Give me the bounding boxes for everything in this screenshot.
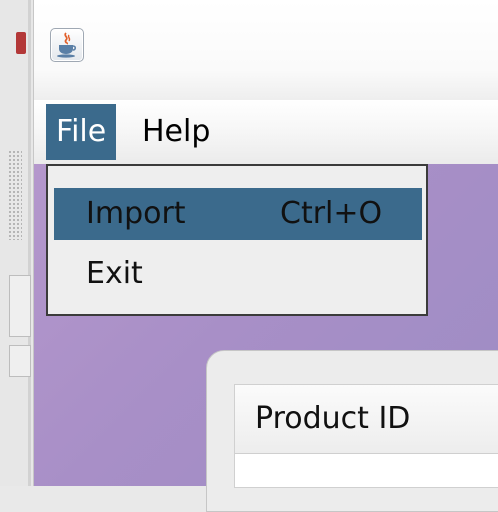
product-table[interactable]: Product ID <box>234 384 498 488</box>
menu-bar: File Help <box>34 100 498 164</box>
divider <box>28 0 31 486</box>
menu-item-label: Exit <box>86 256 143 291</box>
background-window-icon <box>16 32 26 54</box>
menu-help[interactable]: Help <box>132 104 220 160</box>
menu-item-import[interactable]: Import Ctrl+O <box>54 188 422 240</box>
background-window-edge <box>0 0 34 486</box>
menu-item-accelerator: Ctrl+O <box>280 196 383 231</box>
background-panel <box>9 345 31 377</box>
column-header-product-id[interactable]: Product ID <box>255 385 410 453</box>
menu-item-exit[interactable]: Exit <box>54 248 422 300</box>
application-window: File Help Product ID Import Ctrl+O Exit <box>34 0 498 512</box>
java-coffee-cup-icon[interactable] <box>50 28 84 62</box>
menu-file[interactable]: File <box>46 104 117 160</box>
drag-handle[interactable] <box>8 150 22 240</box>
file-menu-dropdown: Import Ctrl+O Exit <box>46 164 428 316</box>
title-bar[interactable] <box>34 0 498 100</box>
background-panel <box>9 275 31 337</box>
menu-item-label: Import <box>86 196 186 231</box>
table-header: Product ID <box>235 385 498 454</box>
